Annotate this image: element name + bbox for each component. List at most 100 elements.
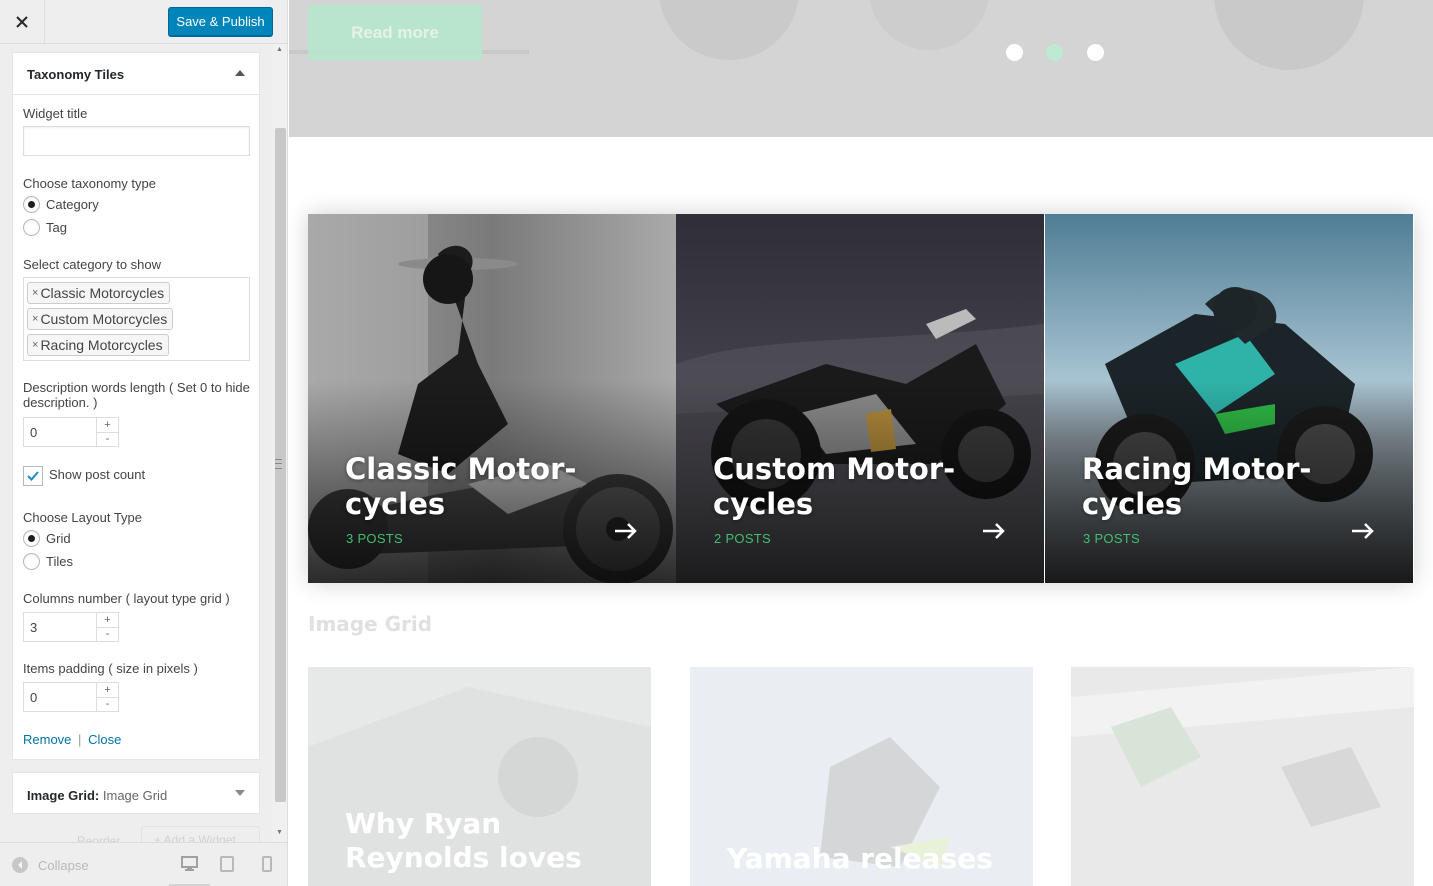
tile-custom-motorcycles[interactable]: Custom Motor- cycles 2 POSTS: [676, 214, 1044, 583]
collapse-arrow-icon[interactable]: [235, 69, 245, 76]
slider-dot[interactable]: [1087, 44, 1104, 61]
tag-label: Racing Motorcycles: [40, 337, 163, 353]
tile-title-line: cycles: [345, 487, 446, 521]
radio-label: Grid: [46, 531, 71, 546]
layout-type-label: Choose Layout Type: [23, 510, 143, 525]
collapse-arrow-circle-icon: [12, 857, 28, 873]
widget-actions: Remove | Close: [23, 732, 121, 747]
grid-card[interactable]: Yamaha releases: [690, 667, 1033, 886]
description-length-stepper[interactable]: 0 + -: [23, 417, 119, 447]
tile-title-line: cycles: [1082, 487, 1183, 521]
grid-card-title: Yamaha releases: [727, 842, 993, 876]
tile-title-line: Classic Motor-: [345, 452, 577, 486]
tablet-icon: [220, 856, 234, 872]
radio-tiles[interactable]: Tiles: [23, 553, 73, 570]
tablet-preview-button[interactable]: [220, 856, 234, 875]
items-padding-stepper[interactable]: 0 + -: [23, 682, 119, 712]
add-widget-button[interactable]: + Add a Widget: [141, 826, 260, 847]
show-post-count-label: Show post count: [49, 467, 146, 482]
tile-title: Classic Motor- cycles: [345, 452, 605, 522]
columns-number-label: Columns number ( layout type grid ): [23, 591, 230, 606]
increment-button[interactable]: +: [97, 418, 118, 433]
remove-tag-icon[interactable]: ×: [32, 313, 38, 325]
taxonomy-tiles: Classic Motor- cycles 3 POSTS Custom Mot…: [308, 214, 1414, 583]
slider-dot-active[interactable]: [1046, 44, 1063, 61]
resize-grip-icon[interactable]: [275, 459, 282, 469]
widget-title-input[interactable]: [23, 126, 250, 156]
columns-number-stepper[interactable]: 3 + -: [23, 612, 119, 642]
arrow-right-icon[interactable]: [1351, 522, 1375, 540]
category-tag[interactable]: × Custom Motorcycles: [27, 308, 174, 330]
tile-post-count: 3 POSTS: [346, 531, 404, 546]
stepper-value: 3: [30, 619, 38, 635]
remove-tag-icon[interactable]: ×: [32, 287, 38, 299]
site-preview: Read more Classic Motor- cycles 3 POSTS …: [289, 0, 1433, 886]
close-link[interactable]: Close: [88, 732, 121, 747]
grid-card[interactable]: Why Ryan Reynolds loves: [308, 667, 651, 886]
stepper-value: 0: [30, 424, 38, 440]
actions-separator: |: [78, 732, 82, 747]
hero-slider: Read more: [289, 0, 1433, 137]
mobile-preview-button[interactable]: [262, 856, 272, 875]
customizer-panel: Save & Publish ▲ ▼ Taxonomy Tiles Widget…: [0, 0, 288, 886]
increment-button[interactable]: +: [97, 613, 118, 628]
items-padding-label: Items padding ( size in pixels ): [23, 661, 198, 676]
radio-grid[interactable]: Grid: [23, 530, 71, 547]
tile-title-line: cycles: [713, 487, 814, 521]
grid-card-title-line: Why Ryan: [345, 807, 502, 840]
radio-button[interactable]: [23, 196, 40, 213]
widget-name: Image Grid: Image Grid: [27, 788, 167, 803]
increment-button[interactable]: +: [97, 683, 118, 698]
remove-tag-icon[interactable]: ×: [32, 339, 38, 351]
widget-header[interactable]: Taxonomy Tiles: [13, 53, 259, 95]
checkmark-icon: [27, 471, 39, 481]
remove-link[interactable]: Remove: [23, 732, 71, 747]
widget-type: Image Grid:: [27, 788, 100, 803]
tag-label: Classic Motorcycles: [40, 285, 165, 301]
category-multiselect[interactable]: × Classic Motorcycles × Custom Motorcycl…: [23, 277, 250, 361]
expand-arrow-icon[interactable]: [235, 790, 245, 797]
widget-title-label: Widget title: [23, 106, 88, 121]
radio-label: Category: [46, 197, 99, 212]
grid-card-title: Why Ryan Reynolds loves: [345, 807, 582, 875]
show-post-count-checkbox[interactable]: [23, 466, 43, 486]
radio-button[interactable]: [23, 553, 40, 570]
tile-title-line: Racing Motor-: [1082, 452, 1312, 486]
grid-card-title-line: Yamaha releases: [727, 842, 993, 875]
radio-category[interactable]: Category: [23, 196, 99, 213]
radio-button[interactable]: [23, 530, 40, 547]
taxonomy-type-label: Choose taxonomy type: [23, 176, 156, 191]
panel-header: Save & Publish: [0, 0, 287, 44]
tile-title: Custom Motor- cycles: [713, 452, 973, 522]
taxonomy-tiles-widget: Taxonomy Tiles Widget title Choose taxon…: [12, 52, 260, 760]
decrement-button[interactable]: -: [97, 433, 118, 447]
collapse-label: Collapse: [38, 857, 89, 873]
decrement-button[interactable]: -: [97, 698, 118, 712]
arrow-right-icon[interactable]: [614, 522, 638, 540]
category-tag[interactable]: × Classic Motorcycles: [27, 282, 171, 304]
tile-racing-motorcycles[interactable]: Racing Motor- cycles 3 POSTS: [1045, 214, 1413, 583]
tile-classic-motorcycles[interactable]: Classic Motor- cycles 3 POSTS: [308, 214, 676, 583]
decrement-button[interactable]: -: [97, 628, 118, 642]
desktop-preview-button[interactable]: [169, 843, 210, 886]
grid-card[interactable]: [1071, 667, 1414, 886]
tile-title: Racing Motor- cycles: [1082, 452, 1342, 522]
save-publish-button[interactable]: Save & Publish: [168, 7, 273, 36]
image-grid-heading: Image Grid: [308, 612, 433, 636]
close-customizer-button[interactable]: [0, 0, 45, 44]
category-tag[interactable]: × Racing Motorcycles: [27, 334, 169, 356]
grid-card-title-line: Reynolds loves: [345, 841, 582, 874]
radio-button[interactable]: [23, 219, 40, 236]
description-length-label: Description words length ( Set 0 to hide…: [23, 380, 250, 410]
panel-footer: Collapse: [0, 842, 287, 886]
radio-tag[interactable]: Tag: [23, 219, 67, 236]
collapse-sidebar-button[interactable]: Collapse: [12, 857, 89, 873]
image-grid-widget[interactable]: Image Grid: Image Grid: [12, 772, 260, 814]
category-select-label: Select category to show: [23, 257, 162, 272]
scroll-up-icon[interactable]: ▲: [276, 46, 283, 54]
arrow-right-icon[interactable]: [982, 522, 1006, 540]
tile-post-count: 3 POSTS: [1083, 531, 1141, 546]
slider-dot[interactable]: [1006, 44, 1023, 61]
close-icon: [16, 16, 28, 28]
read-more-button[interactable]: Read more: [308, 5, 482, 60]
